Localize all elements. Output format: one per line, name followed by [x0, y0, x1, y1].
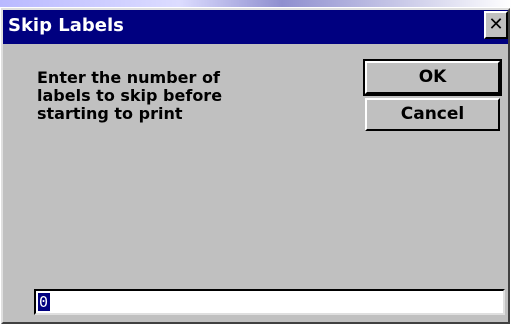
dialog-title: Skip Labels	[8, 15, 124, 36]
ok-button[interactable]: OK	[363, 59, 502, 96]
screen: Skip Labels ✕ Enter the number of labels…	[0, 0, 512, 327]
skip-labels-dialog: Skip Labels ✕ Enter the number of labels…	[1, 8, 510, 324]
close-button[interactable]: ✕	[484, 11, 508, 39]
prompt-text: Enter the number of labels to skip befor…	[37, 68, 223, 123]
desktop-strip	[0, 0, 512, 7]
cancel-button[interactable]: Cancel	[365, 98, 500, 131]
close-icon: ✕	[488, 14, 504, 35]
title-bar[interactable]: Skip Labels ✕	[3, 10, 508, 44]
skip-count-input[interactable]	[34, 289, 505, 315]
selected-input-value: 0	[38, 293, 50, 311]
